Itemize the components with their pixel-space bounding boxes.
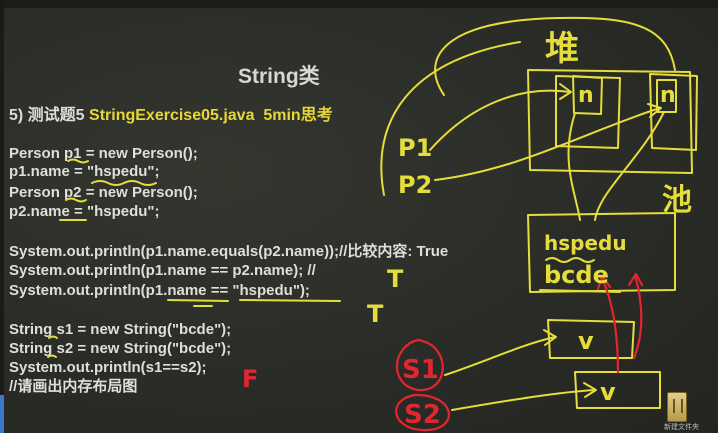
exercise-time: 5min思考: [263, 107, 333, 124]
code-line-13: //请画出内存布局图: [9, 378, 138, 395]
folder-icon[interactable]: [667, 392, 687, 422]
code-line-3: Person p2 = new Person();: [9, 184, 198, 201]
code-line-11: String s2 = new String("bcde");: [9, 340, 232, 357]
exercise-file: StringExercise05.java: [89, 107, 255, 124]
code-line-4: p2.name = "hspedu";: [9, 203, 160, 220]
left-edge: [0, 0, 4, 433]
exercise-heading: 5) 测试题5 StringExercise05.java 5min思考: [9, 101, 333, 125]
code-line-8: System.out.println(p1.name == "hspedu");: [9, 282, 310, 299]
code-line-7: System.out.println(p1.name == p2.name); …: [9, 262, 316, 279]
exercise-prefix: 5) 测试题5: [9, 107, 90, 124]
slide-title: String类: [238, 65, 320, 88]
code-line-1: Person p1 = new Person();: [9, 145, 198, 162]
left-scroll-marker: [0, 395, 4, 433]
top-frame: [0, 0, 718, 8]
code-line-6: System.out.println(p1.name.equals(p2.nam…: [9, 243, 449, 260]
code-line-10: String s1 = new String("bcde");: [9, 321, 232, 338]
code-line-12: System.out.println(s1==s2);: [9, 359, 207, 376]
code-line-2: p1.name = "hspedu";: [9, 163, 160, 180]
corner-label: 新建文件夹: [664, 423, 699, 431]
